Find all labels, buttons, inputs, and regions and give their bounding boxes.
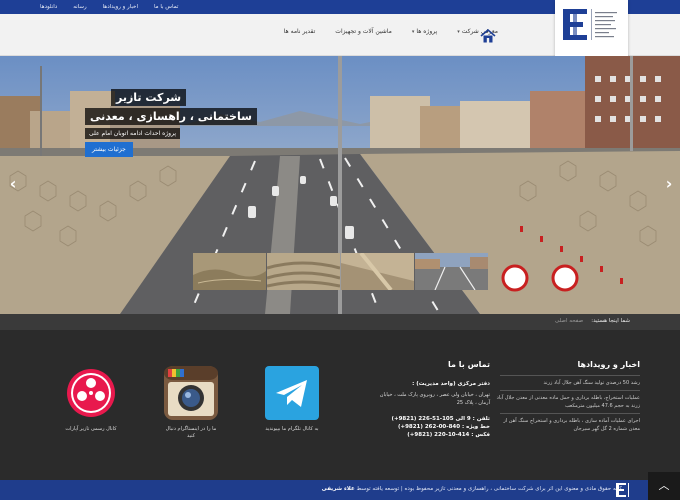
chevron-down-icon: ▾ xyxy=(411,28,415,35)
aparat-link[interactable]: کانال رسمی تازیر آپارات xyxy=(61,366,121,433)
hero-subtitle: ساختمانی ، راهسازی ، معدنی xyxy=(85,108,257,125)
chevron-down-icon: ▾ xyxy=(457,28,460,35)
developer-link[interactable]: علاء شریفی xyxy=(322,486,355,492)
divider xyxy=(500,375,640,376)
bottom-bar: کلیه حقوق مادی و معنوی این اثر برای شرکت… xyxy=(0,480,680,500)
fax-number: فکس : 414-10-220 (9821+) xyxy=(407,432,490,438)
telegram-caption: به کانال تلگرام ما بپیوندید xyxy=(265,426,319,432)
footer-content: اخبار و رویدادها رشد 50 درصدی تولید سنگ … xyxy=(0,330,680,480)
slider-prev-icon[interactable]: ‹ xyxy=(6,174,20,194)
copyright-text: کلیه حقوق مادی و معنوی این اثر برای شرکت… xyxy=(322,486,622,492)
topnav-downloads[interactable]: دانلودها xyxy=(40,4,57,10)
news-item[interactable]: رشد 50 درصدی تولید سنگ آهن جلال آباد زرن… xyxy=(495,379,640,387)
contact-title: تماس با ما xyxy=(448,360,490,369)
nav-projects[interactable]: پروژه ها ▾ xyxy=(412,28,437,35)
nav-machinery-label: ماشین آلات و تجهیزات xyxy=(335,28,392,35)
footer-logo-icon xyxy=(614,482,632,498)
telegram-link[interactable]: به کانال تلگرام ما بپیوندید xyxy=(262,366,322,433)
news-section: اخبار و رویدادها رشد 50 درصدی تولید سنگ … xyxy=(495,360,640,436)
slide-thumbnail[interactable] xyxy=(341,251,414,292)
hero-caption: پروژه احداث ادامه اتوبان امام علی xyxy=(85,128,181,139)
more-details-button[interactable]: جزئیات بیشتر xyxy=(85,142,133,157)
phone-number: تلفن : 9 الی 105-51-226 (9821+) xyxy=(391,416,490,422)
language-switcher xyxy=(75,26,100,33)
hero-slider: شرکت تازیر ساختمانی ، راهسازی ، معدنی پر… xyxy=(0,56,680,314)
hero-title: شرکت تازیر xyxy=(111,89,187,106)
copyright-label: کلیه حقوق مادی و معنوی این اثر برای شرکت… xyxy=(356,486,622,492)
instagram-icon xyxy=(164,366,218,420)
aparat-icon xyxy=(64,366,118,420)
telegram-icon xyxy=(265,366,319,420)
special-line: خط ویژه : 840-00-262 (9821+) xyxy=(397,424,490,430)
slide-thumbnail[interactable] xyxy=(415,253,488,291)
topnav-news[interactable]: اخبار و رویدادها xyxy=(103,4,138,10)
iran-flag-icon[interactable] xyxy=(90,26,100,33)
english-flag-icon[interactable] xyxy=(75,26,85,33)
slider-next-icon[interactable]: › xyxy=(662,174,676,194)
divider xyxy=(500,390,640,391)
breadcrumb-label: شما اینجا هستید: xyxy=(591,318,630,324)
news-item[interactable]: اجرای عملیات آماده سازی ، باطله برداری و… xyxy=(495,417,640,433)
nav-projects-label: پروژه ها xyxy=(416,28,438,35)
company-logo[interactable] xyxy=(555,0,628,58)
office-address: تهران ، خیابان ولی عصر ، روبروی پارک ملت… xyxy=(379,392,490,406)
divider xyxy=(500,413,640,414)
nav-awards[interactable]: تقدیر نامه ها xyxy=(284,28,316,35)
header: معرفی شرکت ▾ پروژه ها ▾ ماشین آلات و تجه… xyxy=(0,0,680,58)
topnav-media[interactable]: رسانه xyxy=(73,4,86,10)
nav-awards-label: تقدیر نامه ها xyxy=(283,28,316,35)
main-nav: معرفی شرکت ▾ پروژه ها ▾ ماشین آلات و تجه… xyxy=(284,28,498,35)
aparat-caption: کانال رسمی تازیر آپارات xyxy=(65,426,117,432)
news-title: اخبار و رویدادها xyxy=(577,360,640,369)
top-nav: دانلودها رسانه اخبار و رویدادها تماس با … xyxy=(40,0,178,14)
scroll-to-top-icon[interactable]: ︿ xyxy=(648,472,680,500)
news-item[interactable]: عملیات استخراج، باطله برداری و حمل ماده … xyxy=(495,394,640,410)
instagram-caption: ما را در اینستاگرام دنبال کنید xyxy=(165,426,217,439)
topnav-contact[interactable]: تماس با ما xyxy=(154,4,178,10)
breadcrumb: شما اینجا هستید: صفحه اصلی xyxy=(0,314,680,330)
office-label: دفتر مرکزی (واحد مدیریت) : xyxy=(412,381,490,387)
instagram-link[interactable]: ما را در اینستاگرام دنبال کنید xyxy=(161,366,221,440)
breadcrumb-home-link[interactable]: صفحه اصلی xyxy=(555,318,583,324)
nav-machinery[interactable]: ماشین آلات و تجهیزات xyxy=(335,28,392,35)
contact-section: تماس با ما دفتر مرکزی (واحد مدیریت) : ته… xyxy=(375,360,490,439)
slider-thumbnails xyxy=(193,251,488,292)
slide-thumbnail[interactable] xyxy=(193,253,266,290)
home-icon[interactable] xyxy=(480,28,496,43)
slide-thumbnail[interactable] xyxy=(266,253,341,290)
